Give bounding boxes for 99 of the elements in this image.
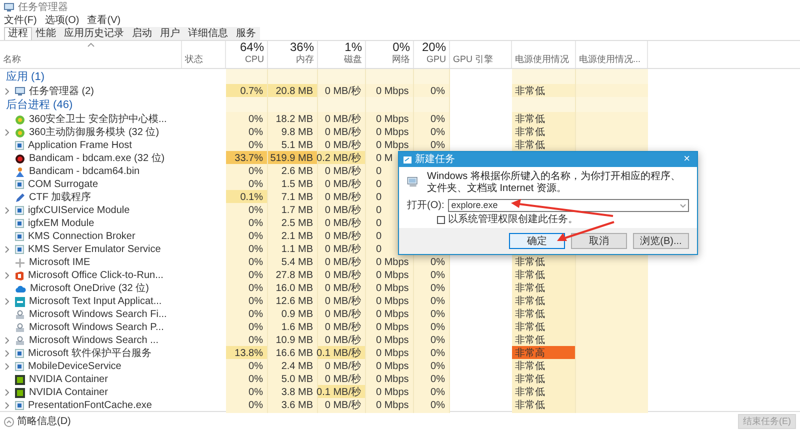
expand-chevron-icon[interactable] [5, 129, 9, 136]
process-name[interactable]: 360主动防御服务模块 (32 位) [29, 126, 160, 139]
power-cell: 非常低 [512, 398, 576, 413]
tab[interactable]: 性能 [32, 27, 60, 40]
process-name[interactable]: Bandicam - bdcam.exe (32 位) [29, 152, 165, 165]
dropdown-caret-icon[interactable] [680, 204, 686, 208]
expand-chevron-icon[interactable] [5, 207, 9, 214]
process-name[interactable]: Microsoft Text Input Applicat... [29, 295, 162, 308]
process-name[interactable]: igfxEM Module [28, 217, 94, 230]
process-name[interactable]: igfxCUIService Module [28, 204, 130, 217]
open-input-field[interactable]: explore.exe [448, 199, 689, 212]
process-name[interactable]: Microsoft Windows Search Fi... [29, 308, 167, 321]
process-name[interactable]: MobileDeviceService [28, 360, 122, 373]
monitor-icon [15, 87, 25, 96]
column-header[interactable]: GPU 引擎 [450, 41, 512, 68]
column-header[interactable]: 36% 内存 [268, 41, 318, 68]
process-name[interactable]: CTF 加载程序 [29, 191, 92, 204]
column-header[interactable]: 0% 网络 [366, 41, 414, 68]
tab[interactable]: 服务 [232, 27, 260, 40]
app-square-icon [15, 180, 24, 189]
section-heading: 后台进程 (46) [6, 98, 73, 113]
process-name[interactable]: 任务管理器 (2) [29, 85, 94, 98]
text-input-icon [15, 296, 25, 306]
tab[interactable]: 应用历史记录 [60, 27, 128, 40]
tab[interactable]: 启动 [128, 27, 156, 40]
process-name[interactable]: NVIDIA Container [29, 386, 108, 399]
cpu-cell: 0% [226, 398, 268, 413]
app-square-icon [15, 232, 24, 241]
disk-cell: 0 MB/秒 [318, 398, 366, 413]
process-name[interactable]: 360安全卫士 安全防护中心模... [29, 113, 167, 126]
admin-checkbox[interactable] [437, 216, 445, 224]
column-header[interactable]: 64% CPU [226, 41, 268, 68]
app-square-icon [15, 349, 24, 358]
app-square-icon [15, 362, 24, 371]
process-name[interactable]: NVIDIA Container [29, 373, 108, 386]
office-icon [15, 270, 24, 280]
expand-chevron-icon[interactable] [5, 337, 9, 344]
tab[interactable]: 用户 [156, 27, 184, 40]
gpu-cell: 0% [414, 398, 450, 413]
process-name[interactable]: Bandicam - bdcam64.bin [29, 165, 140, 178]
process-name[interactable]: KMS Connection Broker [28, 230, 136, 243]
process-name[interactable]: KMS Server Emulator Service [28, 243, 161, 256]
dialog-button[interactable]: 浏览(B)... [633, 233, 689, 249]
app-square-icon [15, 141, 24, 150]
expand-chevron-icon[interactable] [5, 246, 9, 253]
expand-chevron-icon[interactable] [5, 272, 9, 279]
column-header[interactable]: 名称 [0, 41, 182, 68]
checkbox-label[interactable]: 以系统管理权限创建此任务。 [448, 212, 578, 227]
column-header[interactable]: 20% GPU [414, 41, 450, 68]
expand-chevron-icon[interactable] [5, 298, 9, 305]
process-name[interactable]: Microsoft IME [29, 256, 90, 269]
keyboard-icon [15, 258, 25, 268]
process-name[interactable]: COM Surrogate [28, 178, 98, 191]
record-icon [15, 154, 25, 164]
tab[interactable]: 进程 [4, 27, 32, 40]
process-name[interactable]: Microsoft OneDrive (32 位) [30, 282, 149, 295]
tab[interactable]: 详细信息 [184, 27, 232, 40]
table-cell [576, 398, 648, 413]
expand-chevron-icon[interactable] [5, 88, 9, 95]
menu-item[interactable]: 查看(V) [87, 13, 121, 28]
expand-chevron-icon[interactable] [5, 363, 9, 370]
dialog-title: 新建任务 [415, 152, 455, 167]
cloud-icon [15, 284, 26, 292]
dialog-message: Windows 将根据你所键入的名称，为你打开相应的程序、文件夹、文档或 Internet 资源。 [427, 171, 682, 195]
column-header[interactable]: 状态 [182, 41, 226, 68]
app-square-icon [15, 219, 24, 228]
collapse-up-icon[interactable] [4, 416, 14, 426]
app-square-icon [15, 206, 24, 215]
sort-caret-icon [87, 43, 94, 47]
expand-chevron-icon[interactable] [5, 402, 9, 409]
fewer-details-link[interactable]: 简略信息(D) [17, 414, 71, 429]
expand-chevron-icon[interactable] [5, 389, 9, 396]
dialog-button[interactable]: 确定 [509, 233, 565, 249]
column-header[interactable]: 电源使用情况 [512, 41, 576, 68]
process-name[interactable]: PresentationFontCache.exe [28, 399, 152, 412]
process-name[interactable]: Application Frame Host [28, 139, 132, 152]
search-service-icon [15, 336, 25, 346]
window-title: 任务管理器 [18, 0, 68, 14]
process-name[interactable]: Microsoft 软件保护平台服务 [28, 347, 152, 360]
monitor-icon [4, 2, 14, 12]
run-icon [403, 156, 412, 164]
process-name[interactable]: Microsoft Windows Search ... [29, 334, 158, 347]
section-heading: 应用 (1) [6, 70, 44, 85]
menu-item[interactable]: 选项(O) [44, 13, 80, 28]
search-service-icon [15, 322, 25, 332]
app-square-icon [15, 401, 24, 410]
process-name[interactable]: Microsoft Windows Search P... [29, 321, 164, 334]
dialog-button[interactable]: 取消 [571, 233, 627, 249]
memory-cell: 3.6 MB [268, 398, 318, 413]
menu-item[interactable]: 文件(F) [4, 13, 37, 28]
pen-icon [15, 192, 25, 202]
figure-icon [15, 166, 25, 176]
expand-chevron-icon[interactable] [5, 350, 9, 357]
process-name[interactable]: Microsoft Office Click-to-Run... [28, 269, 164, 282]
column-header[interactable]: 电源使用情况... [576, 41, 648, 68]
column-header[interactable]: 1% 磁盘 [318, 41, 366, 68]
app-square-icon [15, 245, 24, 254]
network-cell: 0 Mbps [366, 398, 414, 413]
search-service-icon [15, 310, 25, 320]
